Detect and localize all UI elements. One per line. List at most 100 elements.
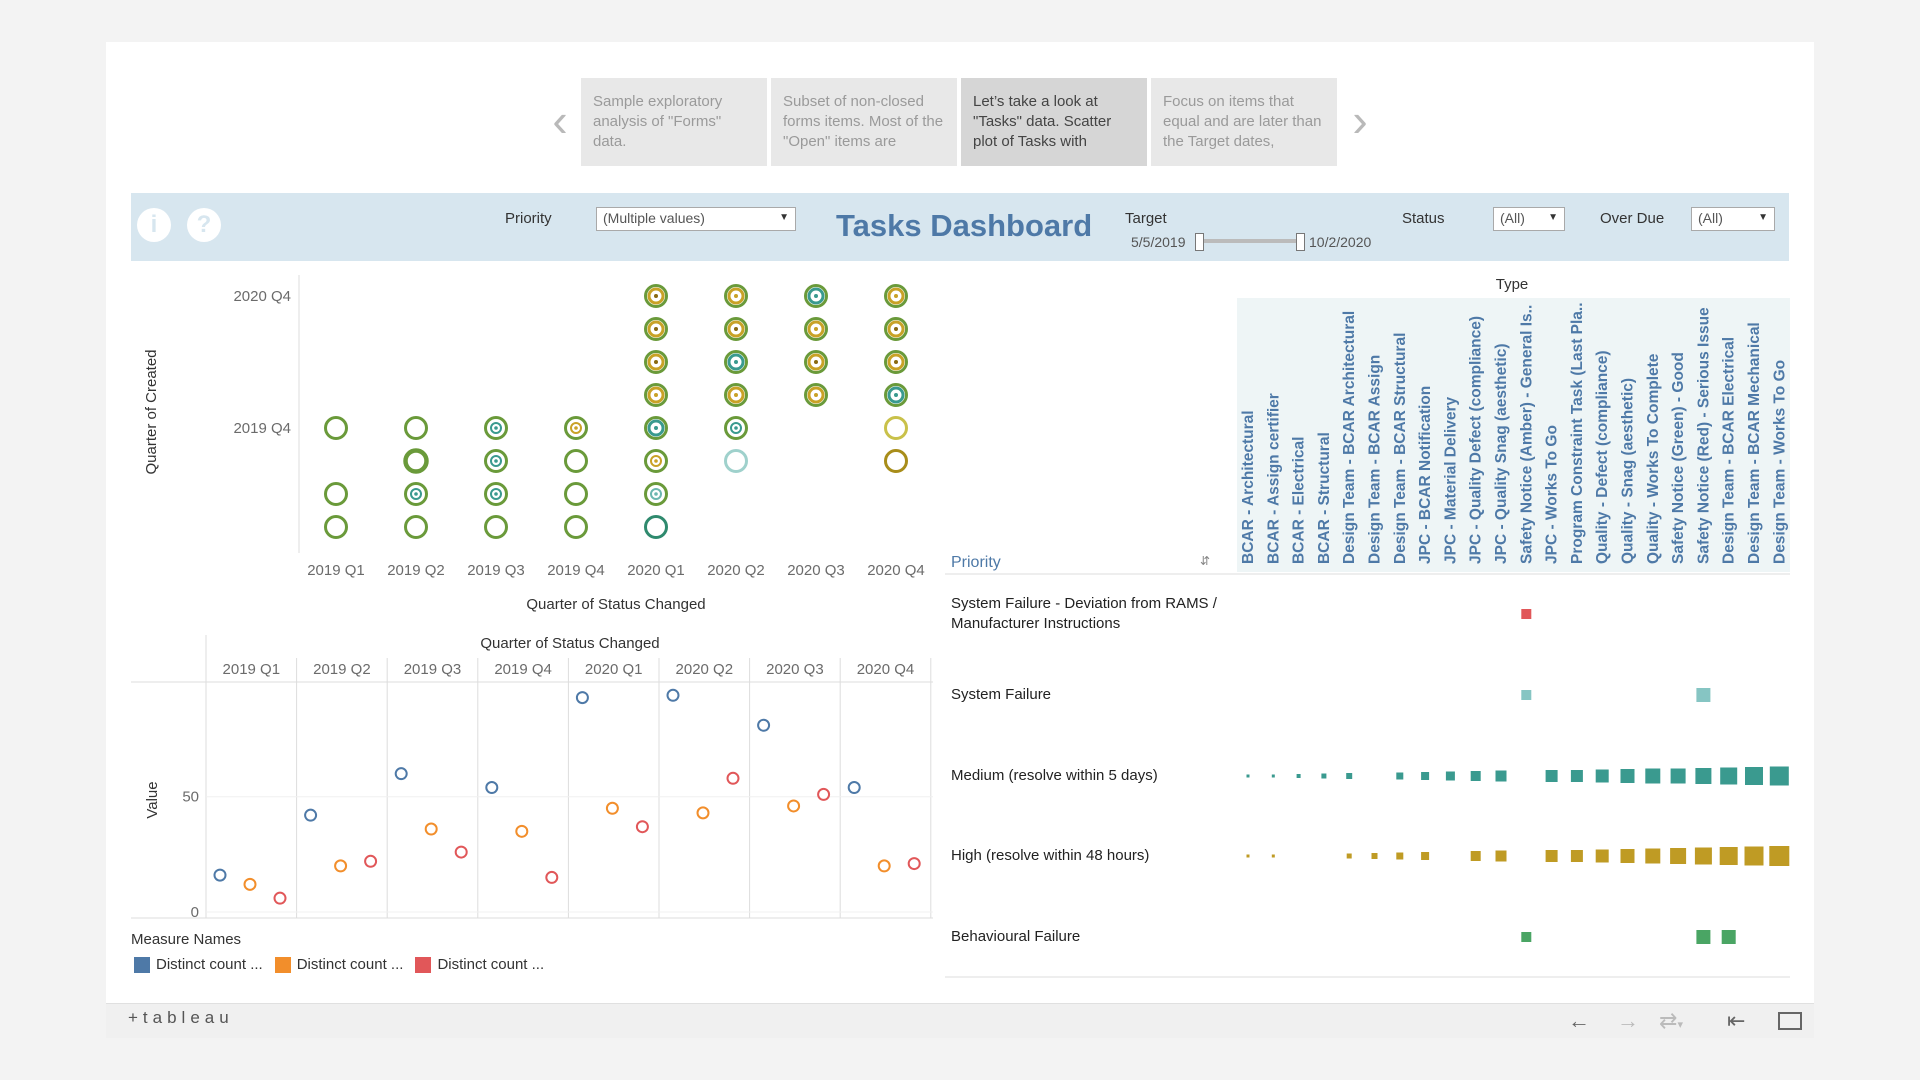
point-dot — [814, 327, 818, 331]
overdue-filter-label: Over Due — [1600, 210, 1665, 227]
priority-filter-label: Priority — [505, 210, 552, 227]
data-point — [787, 799, 801, 813]
scatter-point — [884, 284, 908, 308]
scatter-point — [884, 416, 908, 440]
matrix-mark — [1620, 849, 1635, 863]
scatter-point — [484, 416, 508, 440]
chart-title: Type — [1496, 276, 1529, 293]
viz-toolbar — [106, 1003, 1814, 1038]
scatter-point — [324, 515, 348, 539]
scatter-point — [644, 350, 668, 374]
target-slider-track[interactable] — [1198, 239, 1302, 243]
point-dot — [894, 360, 898, 364]
x-tick-label: 2019 Q4 — [547, 562, 605, 579]
scatter-point — [404, 482, 428, 506]
scatter-point — [484, 482, 508, 506]
scatter-point — [403, 448, 429, 474]
chevron-right-icon: › — [1352, 94, 1368, 146]
point-dot — [894, 294, 898, 298]
data-point — [605, 801, 619, 815]
column-header: 2019 Q4 — [494, 661, 552, 678]
legend-item[interactable]: Distinct count ... — [134, 956, 263, 973]
matrix-mark — [1744, 846, 1764, 866]
target-start-value: 5/5/2019 — [1131, 234, 1186, 250]
scatter-point — [724, 449, 748, 473]
column-label: JPC - Quality Snag (aesthetic) — [1493, 344, 1510, 565]
legend-item[interactable]: Distinct count ... — [274, 956, 403, 973]
data-point — [907, 857, 921, 871]
help-icon[interactable]: ? — [187, 208, 221, 242]
priority-filter-dropdown[interactable]: (Multiple values) ▼ — [596, 207, 796, 231]
column-header: 2019 Q3 — [404, 661, 462, 678]
sort-icon[interactable]: ⇵ — [1200, 554, 1210, 568]
data-point — [877, 859, 891, 873]
matrix-mark — [1271, 854, 1275, 858]
column-label: Quality - Works To Complete — [1645, 353, 1662, 564]
story-prev-button[interactable]: ‹ — [545, 80, 575, 160]
point-ring — [644, 515, 668, 539]
story-point-1[interactable]: Sample exploratory analysis of "Forms" d… — [581, 78, 767, 166]
distinct-count-chart: Quarter of Status Changed 2019 Q1 2019 Q2 2… — [131, 635, 933, 921]
scatter-point — [564, 449, 588, 473]
data-point — [364, 854, 378, 868]
story-point-4[interactable]: Focus on items that equal and are later … — [1151, 78, 1337, 166]
redo-button[interactable]: → — [1617, 1008, 1639, 1034]
matrix-mark — [1421, 772, 1430, 780]
x-tick-label: 2020 Q2 — [707, 562, 765, 579]
matrix-mark — [1470, 771, 1481, 781]
data-point — [213, 868, 227, 882]
legend-item[interactable]: Distinct count ... — [415, 956, 544, 973]
point-dot — [494, 426, 498, 430]
matrix-mark — [1696, 688, 1711, 702]
matrix-mark — [1396, 852, 1404, 860]
target-slider-end-handle[interactable] — [1296, 233, 1305, 251]
story-point-3[interactable]: Let’s take a look at "Tasks" data. Scatt… — [961, 78, 1147, 166]
point-dot — [734, 426, 738, 430]
matrix-mark — [1721, 930, 1736, 944]
status-filter-dropdown[interactable]: (All) ▼ — [1493, 207, 1565, 231]
info-icon[interactable]: i — [137, 208, 171, 242]
status-filter-value: (All) — [1500, 210, 1525, 226]
x-tick-label: 2019 Q2 — [387, 562, 445, 579]
scatter-point — [804, 317, 828, 341]
column-label: BCAR - Assign certifier — [1265, 393, 1282, 564]
priority-row-label: Behavioural Failure — [951, 928, 1081, 945]
matrix-mark — [1371, 853, 1378, 859]
point-dot — [494, 492, 498, 496]
point-dot — [574, 426, 578, 430]
point-dot — [654, 294, 658, 298]
undo-button[interactable]: ← — [1568, 1008, 1590, 1034]
story-point-2[interactable]: Subset of non-closed forms items. Most o… — [771, 78, 957, 166]
legend-label: Distinct count ... — [437, 956, 545, 973]
story-next-button[interactable]: › — [1345, 80, 1375, 160]
data-point — [515, 824, 529, 838]
chart-title: Quarter of Status Changed — [480, 635, 659, 652]
overdue-filter-value: (All) — [1698, 210, 1723, 226]
revert-button[interactable]: ⇄▾ — [1659, 1008, 1683, 1034]
point-ring — [884, 449, 908, 473]
y-tick-label: 2019 Q4 — [233, 420, 291, 437]
column-header: 2020 Q3 — [766, 661, 824, 678]
tableau-logo[interactable]: +tableau — [128, 1008, 234, 1028]
column-header: 2019 Q1 — [223, 661, 281, 678]
x-tick-label: 2019 Q1 — [307, 562, 365, 579]
overdue-filter-dropdown[interactable]: (All) ▼ — [1691, 207, 1775, 231]
point-dot — [654, 327, 658, 331]
reset-icon: ⇤ — [1727, 1008, 1746, 1033]
matrix-mark — [1694, 847, 1712, 865]
target-slider-start-handle[interactable] — [1195, 233, 1204, 251]
fullscreen-button[interactable] — [1778, 1012, 1802, 1030]
point-dot — [814, 294, 818, 298]
caret-down-icon: ▼ — [779, 212, 789, 223]
point-ring — [484, 515, 508, 539]
y-tick-label: 0 — [191, 904, 199, 921]
priority-row-label: High (resolve within 48 hours) — [951, 847, 1150, 864]
matrix-mark — [1696, 930, 1711, 944]
scatter-point — [564, 515, 588, 539]
reset-button[interactable]: ⇤ — [1727, 1008, 1745, 1034]
priority-row-label: Medium (resolve within 5 days) — [951, 767, 1158, 784]
column-label: Safety Notice (Red) - Serious Issue — [1695, 307, 1712, 564]
column-header: 2020 Q1 — [585, 661, 643, 678]
data-point — [273, 891, 287, 905]
scatter-point — [484, 515, 508, 539]
